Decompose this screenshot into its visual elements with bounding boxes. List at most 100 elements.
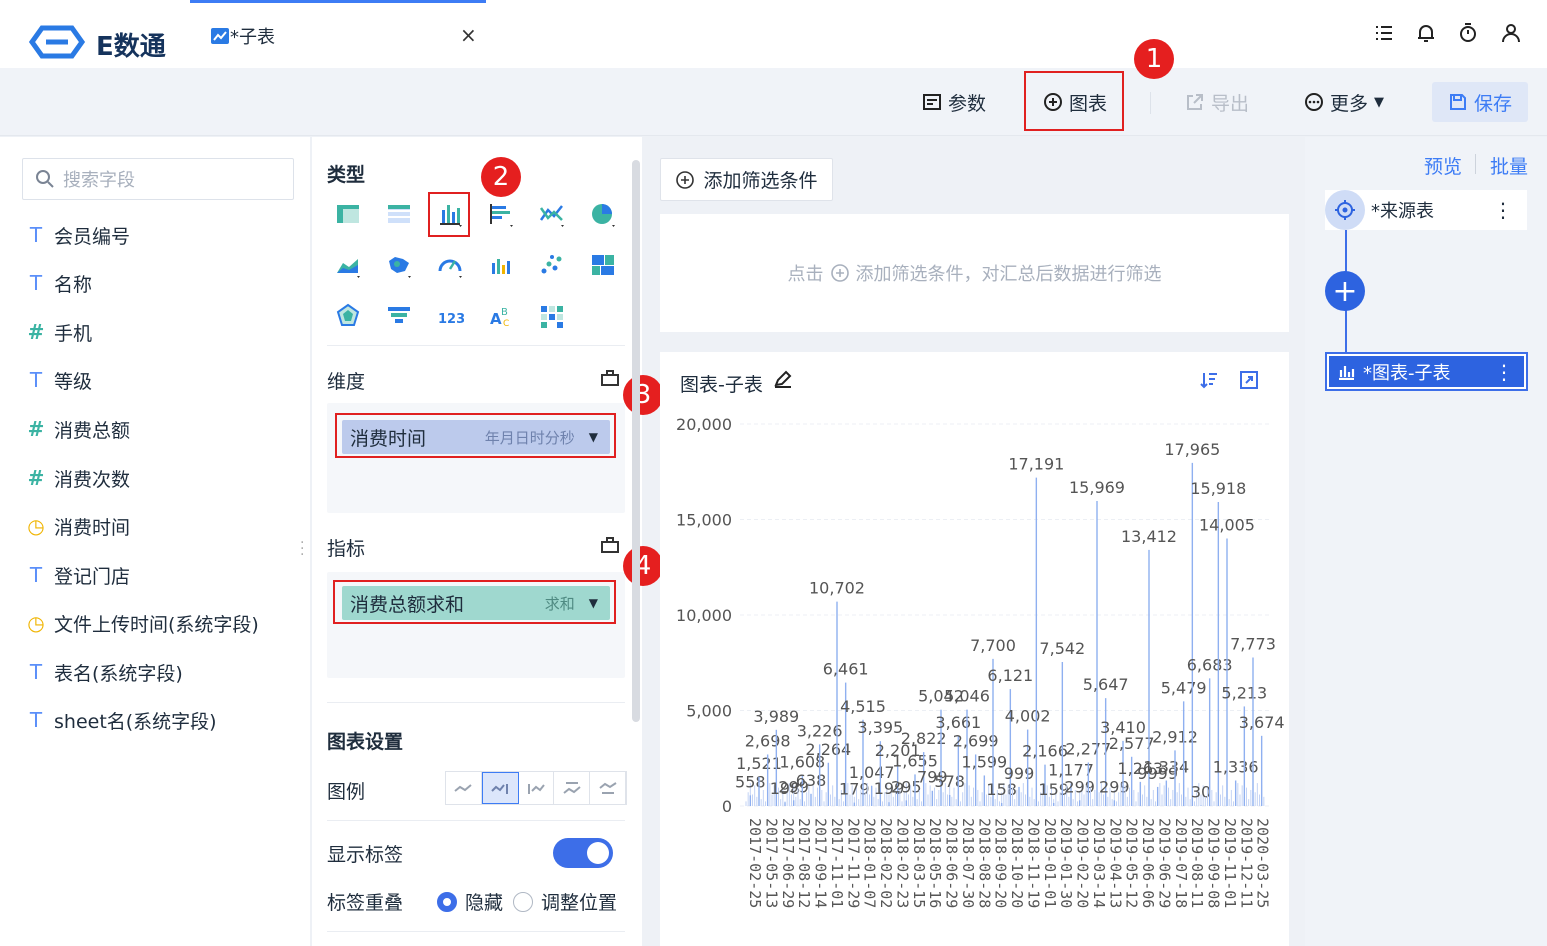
data-label: 1,334: [1143, 758, 1189, 777]
close-icon[interactable]: ×: [460, 23, 477, 47]
radio-unselected[interactable]: [513, 891, 533, 912]
legend-right-option[interactable]: [481, 772, 519, 804]
text-type-icon: T: [29, 708, 43, 732]
metric-settings-icon[interactable]: [600, 536, 620, 554]
data-label: 1,521: [736, 754, 782, 773]
field-item[interactable]: T 等级: [26, 365, 92, 395]
filter-area: 点击 添加筛选条件，对汇总后数据进行筛选: [660, 214, 1289, 332]
funnel-icon[interactable]: [385, 302, 413, 330]
field-label: 文件上传时间(系统字段): [54, 613, 259, 636]
field-item[interactable]: ◷ 文件上传时间(系统字段): [26, 608, 259, 638]
source-node-icon-wrap: [1325, 190, 1365, 230]
data-label: 1,336: [1213, 757, 1259, 776]
gauge-icon[interactable]: [436, 251, 464, 279]
data-label: 7,700: [970, 636, 1016, 655]
more-button[interactable]: 更多 ▼: [1304, 88, 1384, 116]
add-node-button[interactable]: +: [1325, 271, 1365, 311]
x-tick-label: 2019-07-18: [1172, 818, 1190, 908]
combo-chart-icon[interactable]: [487, 251, 515, 279]
link-divider: [1475, 154, 1476, 174]
legend-top-option[interactable]: [554, 772, 591, 804]
x-tick-label: 2019-02-20: [1074, 818, 1092, 908]
caret-down-icon: ▼: [1374, 94, 1385, 110]
overlap-adjust-option[interactable]: 调整位置: [513, 888, 617, 915]
search-field[interactable]: 搜索字段: [22, 158, 294, 200]
field-label: 名称: [54, 273, 93, 296]
field-item[interactable]: # 消费次数: [26, 463, 130, 493]
map-icon[interactable]: [385, 251, 413, 279]
preview-link[interactable]: 预览: [1424, 152, 1462, 179]
treemap-icon[interactable]: [589, 251, 617, 279]
table-icon[interactable]: [334, 200, 362, 228]
field-item[interactable]: ◷ 消费时间: [26, 511, 130, 541]
y-tick-label: 20,000: [676, 415, 732, 434]
field-item[interactable]: # 消费总额: [26, 414, 130, 444]
field-label: 手机: [54, 322, 93, 345]
add-filter-button[interactable]: 添加筛选条件: [660, 158, 833, 201]
x-tick-label: 2018-09-20: [992, 818, 1010, 908]
dimension-title: 维度: [327, 371, 366, 393]
timer-icon[interactable]: [1457, 22, 1479, 44]
field-item[interactable]: T 登记门店: [26, 560, 130, 590]
x-tick-label: 2019-06-06: [1139, 818, 1157, 908]
legend-left-option[interactable]: [519, 772, 555, 804]
chart-button-highlight: [1024, 71, 1124, 131]
x-tick-label: 2019-09-08: [1205, 818, 1223, 908]
radar-icon[interactable]: [334, 302, 362, 330]
data-label: 3,674: [1239, 713, 1285, 732]
x-tick-label: 2017-06-29: [779, 818, 797, 908]
scatter-icon[interactable]: [538, 251, 566, 279]
node-menu-icon[interactable]: ⋮: [1493, 200, 1513, 220]
metric-highlight: [333, 580, 616, 624]
tab-sub-table[interactable]: *子表 ×: [190, 0, 486, 68]
node-menu-icon[interactable]: ⋮: [1494, 360, 1514, 384]
export-button[interactable]: 导出: [1185, 88, 1249, 116]
line-chart-icon[interactable]: [538, 200, 566, 228]
number-type-icon: #: [27, 417, 45, 441]
x-tick-label: 2017-02-25: [746, 818, 764, 908]
config-scrollbar[interactable]: [632, 160, 640, 722]
field-label: 会员编号: [54, 225, 131, 248]
field-item[interactable]: # 手机: [26, 317, 92, 347]
legend-bottom-option[interactable]: [590, 772, 626, 804]
show-labels-toggle[interactable]: [553, 838, 613, 868]
legend-none-option[interactable]: [446, 772, 482, 804]
data-label: 2,698: [745, 731, 791, 750]
chart-node[interactable]: *图表-子表 ⋮: [1325, 352, 1528, 391]
bell-icon[interactable]: [1415, 22, 1437, 44]
kpi-number-icon[interactable]: 123: [436, 302, 464, 330]
cross-table-icon[interactable]: [385, 200, 413, 228]
params-button[interactable]: 参数: [922, 88, 986, 116]
overlap-hide-option[interactable]: 隐藏: [437, 888, 503, 915]
word-cloud-icon[interactable]: A BC: [487, 302, 515, 330]
divider: [327, 820, 625, 821]
field-item[interactable]: T 名称: [26, 268, 92, 298]
batch-link[interactable]: 批量: [1490, 152, 1528, 179]
data-label: 2,699: [953, 731, 999, 750]
search-icon: [36, 170, 54, 188]
horizontal-bar-icon[interactable]: [487, 200, 515, 228]
field-item[interactable]: T 表名(系统字段): [26, 657, 183, 687]
data-label: 3,395: [857, 718, 903, 737]
params-icon: [923, 94, 941, 110]
x-tick-label: 2018-07-30: [959, 818, 977, 908]
data-label: 2,912: [1152, 727, 1198, 746]
task-list-icon[interactable]: [1373, 22, 1395, 44]
radio-selected[interactable]: [437, 891, 457, 912]
save-button[interactable]: 保存: [1432, 82, 1528, 122]
area-chart-icon[interactable]: [334, 251, 362, 279]
x-tick-label: 2019-01-30: [1057, 818, 1075, 908]
user-icon[interactable]: [1500, 22, 1522, 44]
pie-chart-icon[interactable]: [589, 200, 617, 228]
panel-resize-handle[interactable]: · · ·: [300, 536, 304, 562]
heatmap-icon[interactable]: [538, 302, 566, 330]
field-item[interactable]: Tsheet名(系统字段): [26, 705, 217, 735]
x-tick-label: 2018-05-16: [926, 818, 944, 908]
field-item[interactable]: T 会员编号: [26, 220, 130, 250]
source-node[interactable]: *来源表 ⋮: [1325, 190, 1527, 230]
data-label: 3,661: [935, 713, 981, 732]
metric-title: 指标: [327, 538, 366, 560]
dimension-settings-icon[interactable]: [600, 369, 620, 387]
x-tick-label: 2019-08-11: [1188, 818, 1206, 908]
svg-text:C: C: [503, 319, 509, 329]
